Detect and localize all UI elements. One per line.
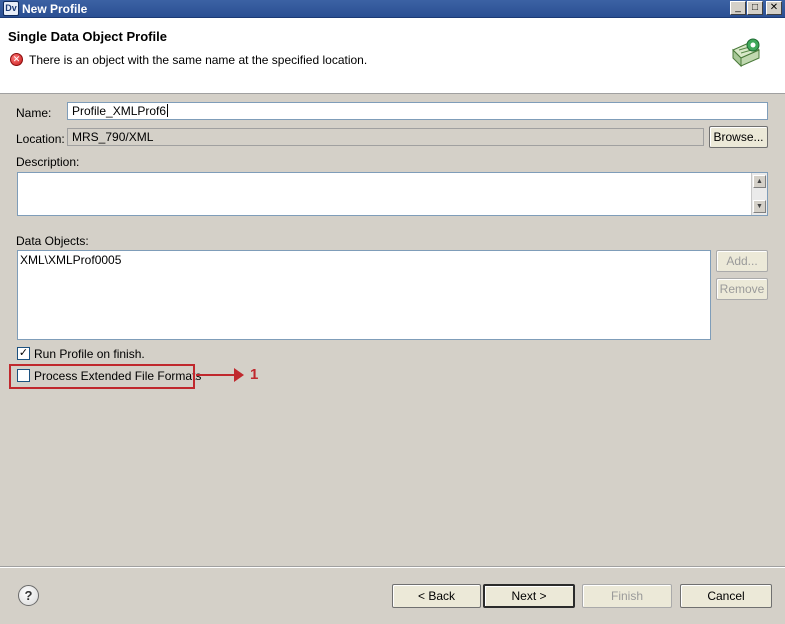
description-scrollbar[interactable]: ▲ ▼ <box>751 173 767 215</box>
description-label: Description: <box>16 155 80 169</box>
wizard-header: Single Data Object Profile ✕ There is an… <box>0 18 785 94</box>
add-button[interactable]: Add... <box>716 250 768 272</box>
run-profile-checkbox[interactable]: ✓ <box>17 347 30 360</box>
name-input-value: Profile_XMLProf6 <box>72 104 167 118</box>
app-icon: Dv <box>3 1 19 16</box>
close-button[interactable]: ✕ <box>766 1 782 15</box>
maximize-button[interactable]: □ <box>747 1 763 15</box>
back-button[interactable]: < Back <box>392 584 481 608</box>
cancel-button[interactable]: Cancel <box>680 584 772 608</box>
annotation-arrow <box>196 374 236 376</box>
error-message: There is an object with the same name at… <box>29 53 368 67</box>
remove-button[interactable]: Remove <box>716 278 768 300</box>
error-icon: ✕ <box>10 53 23 66</box>
title-bar: Dv New Profile _ □ ✕ <box>0 0 785 18</box>
annotation-number: 1 <box>250 366 259 383</box>
profile-wizard-icon <box>732 38 760 68</box>
description-input[interactable]: ▲ ▼ <box>17 172 768 216</box>
run-profile-label: Run Profile on finish. <box>34 347 145 361</box>
name-input[interactable]: Profile_XMLProf6 <box>67 102 768 120</box>
data-objects-label: Data Objects: <box>16 234 89 248</box>
page-title: Single Data Object Profile <box>8 29 167 44</box>
finish-button[interactable]: Finish <box>582 584 672 608</box>
annotation-arrow-head <box>234 368 244 382</box>
data-objects-list[interactable]: XML\XMLProf0005 <box>17 250 711 340</box>
next-button[interactable]: Next > <box>483 584 575 608</box>
location-label: Location: <box>16 132 65 146</box>
help-icon[interactable]: ? <box>18 585 39 606</box>
footer-separator <box>0 566 785 568</box>
scroll-down-icon[interactable]: ▼ <box>753 200 766 213</box>
window-title: New Profile <box>22 2 88 16</box>
list-item[interactable]: XML\XMLProf0005 <box>20 253 121 267</box>
name-label: Name: <box>16 106 52 120</box>
scroll-up-icon[interactable]: ▲ <box>753 175 766 188</box>
annotation-highlight <box>9 364 195 389</box>
location-field: MRS_790/XML <box>67 128 704 146</box>
browse-button[interactable]: Browse... <box>709 126 768 148</box>
minimize-button[interactable]: _ <box>730 1 746 15</box>
